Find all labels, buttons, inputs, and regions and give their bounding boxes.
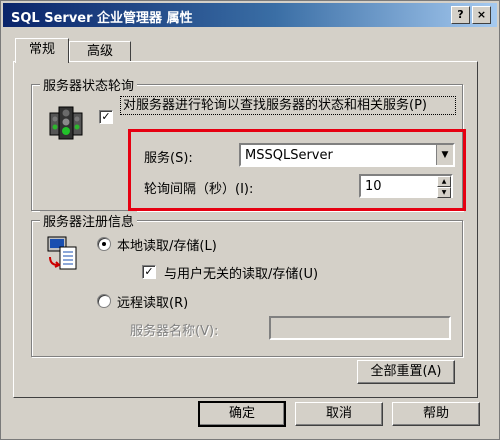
tab-general[interactable]: 常规	[15, 38, 69, 63]
server-name-label: 服务器名称(V):	[130, 324, 219, 339]
cancel-button[interactable]: 取消	[295, 402, 383, 426]
chevron-down-icon[interactable]: ▼	[436, 145, 453, 165]
polling-group-title: 服务器状态轮询	[40, 75, 138, 94]
service-select[interactable]: MSSQLServer ▼	[239, 143, 455, 167]
window-title: SQL Server 企业管理器 属性	[11, 11, 193, 26]
remote-read-radio[interactable]	[97, 294, 111, 308]
server-registry-icon	[46, 235, 80, 271]
properties-dialog: SQL Server 企业管理器 属性 ? × 常规 高级 服务器状态轮询 ✓ …	[0, 0, 500, 440]
help-button[interactable]: 帮助	[392, 402, 480, 426]
service-label: 服务(S):	[144, 151, 193, 166]
spin-up-icon[interactable]: ▲	[437, 176, 451, 187]
remote-read-label: 远程读取(R)	[117, 296, 189, 311]
user-independent-checkbox[interactable]: ✓	[142, 265, 156, 279]
polling-group: 服务器状态轮询 ✓ 对服务器进行轮询以查找服务器的状态和相关服务(P) 服务(S…	[31, 75, 463, 211]
traffic-light-icon	[48, 105, 84, 141]
server-name-input[interactable]	[269, 316, 451, 340]
poll-server-checkbox[interactable]: ✓	[99, 110, 113, 124]
user-independent-label: 与用户无关的读取/存储(U)	[164, 267, 319, 282]
spin-buttons: ▲ ▼	[437, 176, 451, 198]
tab-advanced[interactable]: 高级	[69, 41, 131, 61]
local-storage-label: 本地读取/存储(L)	[117, 239, 217, 254]
title-bar[interactable]: SQL Server 企业管理器 属性 ? ×	[3, 3, 497, 27]
close-button[interactable]: ×	[472, 6, 491, 24]
interval-value: 10	[365, 179, 382, 194]
tab-panel-general: 服务器状态轮询 ✓ 对服务器进行轮询以查找服务器的状态和相关服务(P) 服务(S…	[13, 61, 478, 398]
reset-all-button[interactable]: 全部重置(A)	[357, 360, 455, 384]
help-title-button[interactable]: ?	[451, 6, 470, 24]
local-storage-radio[interactable]	[97, 237, 111, 251]
registration-group: 服务器注册信息 本地读取/存储(L) ✓ 与用户无关的读取/存储(U) 远程读取…	[31, 211, 463, 357]
interval-spinner[interactable]: 10 ▲ ▼	[359, 174, 453, 198]
poll-server-label: 对服务器进行轮询以查找服务器的状态和相关服务(P)	[120, 96, 456, 115]
spin-down-icon[interactable]: ▼	[437, 187, 451, 198]
registration-group-title: 服务器注册信息	[40, 211, 138, 230]
ok-button[interactable]: 确定	[198, 401, 286, 427]
tab-general-label: 常规	[28, 42, 55, 57]
interval-label: 轮询间隔（秒）(I):	[144, 182, 254, 197]
tab-advanced-label: 高级	[86, 44, 113, 59]
service-select-value: MSSQLServer	[245, 148, 333, 163]
